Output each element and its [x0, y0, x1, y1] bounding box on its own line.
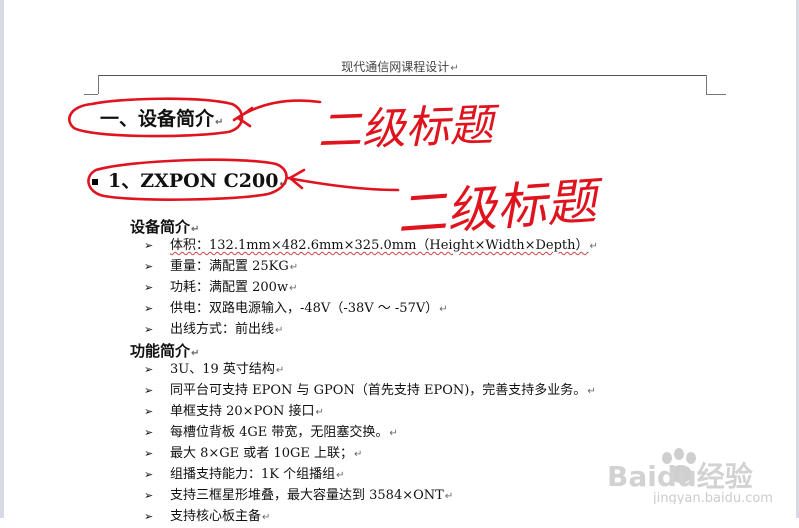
arrow-bullet-icon: ➢ [144, 510, 154, 523]
heading-level-1[interactable]: 一、设备简介↵ [100, 104, 223, 131]
arrow-bullet-icon: ➢ [144, 447, 154, 460]
list-item[interactable]: ➢ 3U、19 英寸结构↵ [144, 359, 596, 380]
document-page[interactable]: 现代通信网课程设计↵ 一、设备简介↵ 1、ZXPON C200↵ 设备简介↵ ➢… [4, 0, 796, 524]
paragraph-mark-icon: ↵ [450, 63, 459, 74]
header-rule [98, 75, 706, 76]
section-function-title-text: 功能简介 [130, 342, 191, 360]
heading-level-1-text: 一、设备简介 [100, 108, 215, 130]
arrow-bullet-icon: ➢ [144, 426, 154, 439]
list-item[interactable]: ➢ 每槽位背板 4GE 带宽，无阻塞交换。↵ [144, 422, 596, 443]
watermark-url: jingyan.baidu.com [652, 491, 773, 504]
arrow-bullet-icon: ➢ [144, 489, 154, 502]
section-function-title[interactable]: 功能简介↵ [130, 340, 199, 361]
heading-level-2[interactable]: 1、ZXPON C200↵ [92, 166, 288, 193]
list-item[interactable]: ➢ 支持三框星形堆叠，最大容量达到 3584×ONT↵ [144, 485, 596, 506]
list-item[interactable]: ➢ 组播支持能力：1K 个组播组↵ [144, 464, 596, 485]
arrow-bullet-icon: ➢ [144, 239, 154, 252]
crop-mark-top-right-vertical [706, 75, 707, 94]
section-device-title-text: 设备简介 [130, 218, 191, 236]
list-item[interactable]: ➢ 最大 8×GE 或者 10GE 上联；↵ [144, 443, 596, 464]
arrow-bullet-icon: ➢ [144, 302, 154, 315]
list-item[interactable]: ➢ 供电：双路电源输入，-48V（-38V ～ -57V）↵ [144, 298, 598, 319]
list-item[interactable]: ➢ 出线方式：前出线↵ [144, 319, 598, 340]
watermark-brand: Baidu经验 [607, 460, 753, 493]
arrow-bullet-icon: ➢ [144, 405, 154, 418]
baidu-watermark: Baidu经验 jingyan.baidu.com [597, 444, 787, 506]
paragraph-mark-icon: ↵ [191, 224, 200, 235]
paragraph-mark-icon: ↵ [279, 179, 288, 190]
list-item[interactable]: ➢ 体积：132.1mm×482.6mm×325.0mm（Height×Width… [144, 235, 598, 256]
section-device-title[interactable]: 设备简介↵ [130, 216, 199, 237]
arrow-bullet-icon: ➢ [144, 323, 154, 336]
paragraph-mark-icon: ↵ [215, 117, 224, 128]
device-spec-list: ➢ 体积：132.1mm×482.6mm×325.0mm（Height×Width… [144, 235, 598, 340]
crop-mark-top-right [706, 94, 726, 95]
arrow-bullet-icon: ➢ [144, 260, 154, 273]
arrow-bullet-icon: ➢ [144, 468, 154, 481]
paragraph-mark-icon: ↵ [191, 348, 200, 359]
arrow-bullet-icon: ➢ [144, 384, 154, 397]
page-header-title: 现代通信网课程设计 [341, 60, 450, 74]
crop-mark-top-left-vertical [98, 75, 99, 94]
list-item[interactable]: ➢ 同平台可支持 EPON 与 GPON（首先支持 EPON)，完善支持多业务。↵ [144, 380, 596, 401]
heading-bullet-icon [92, 179, 98, 185]
function-list: ➢ 3U、19 英寸结构↵ ➢ 同平台可支持 EPON 与 GPON（首先支持 EP… [144, 359, 596, 527]
list-item[interactable]: ➢ 重量：满配置 25KG↵ [144, 256, 598, 277]
list-item[interactable]: ➢ 支持核心板主备↵ [144, 506, 596, 527]
page-header[interactable]: 现代通信网课程设计↵ [4, 58, 796, 75]
arrow-bullet-icon: ➢ [144, 281, 154, 294]
arrow-bullet-icon: ➢ [144, 363, 154, 376]
list-item[interactable]: ➢ 单框支持 20×PON 接口↵ [144, 401, 596, 422]
crop-mark-top-left [84, 94, 98, 95]
list-item[interactable]: ➢ 功耗：满配置 200w↵ [144, 277, 598, 298]
heading-level-2-text: 1、ZXPON C200 [108, 170, 279, 192]
